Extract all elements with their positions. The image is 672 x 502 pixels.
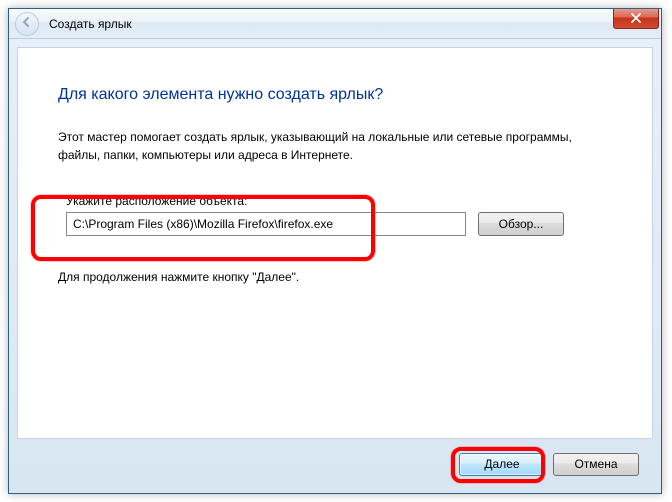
cancel-button[interactable]: Отмена bbox=[553, 453, 639, 476]
page-description: Этот мастер помогает создать ярлык, указ… bbox=[58, 128, 598, 164]
location-input[interactable] bbox=[66, 212, 466, 236]
location-field-area: Укажите расположение объекта: Обзор... bbox=[58, 188, 612, 242]
page-heading: Для какого элемента нужно создать ярлык? bbox=[58, 86, 612, 104]
close-button[interactable] bbox=[613, 9, 659, 29]
back-button[interactable] bbox=[15, 12, 39, 36]
location-label: Укажите расположение объекта: bbox=[66, 194, 604, 208]
dialog-window: Создать ярлык Для какого элемента нужно … bbox=[8, 8, 662, 494]
next-button[interactable]: Далее bbox=[459, 453, 545, 476]
dialog-footer: Далее Отмена bbox=[17, 443, 653, 485]
continue-hint: Для продолжения нажмите кнопку "Далее". bbox=[58, 270, 612, 284]
back-arrow-icon bbox=[21, 16, 33, 31]
close-icon bbox=[630, 12, 642, 26]
content-panel: Для какого элемента нужно создать ярлык?… bbox=[17, 47, 653, 439]
content-wrap: Для какого элемента нужно создать ярлык?… bbox=[9, 39, 661, 493]
location-row: Обзор... bbox=[66, 212, 604, 236]
titlebar: Создать ярлык bbox=[9, 9, 661, 39]
browse-button[interactable]: Обзор... bbox=[478, 212, 564, 236]
window-title: Создать ярлык bbox=[49, 17, 132, 31]
